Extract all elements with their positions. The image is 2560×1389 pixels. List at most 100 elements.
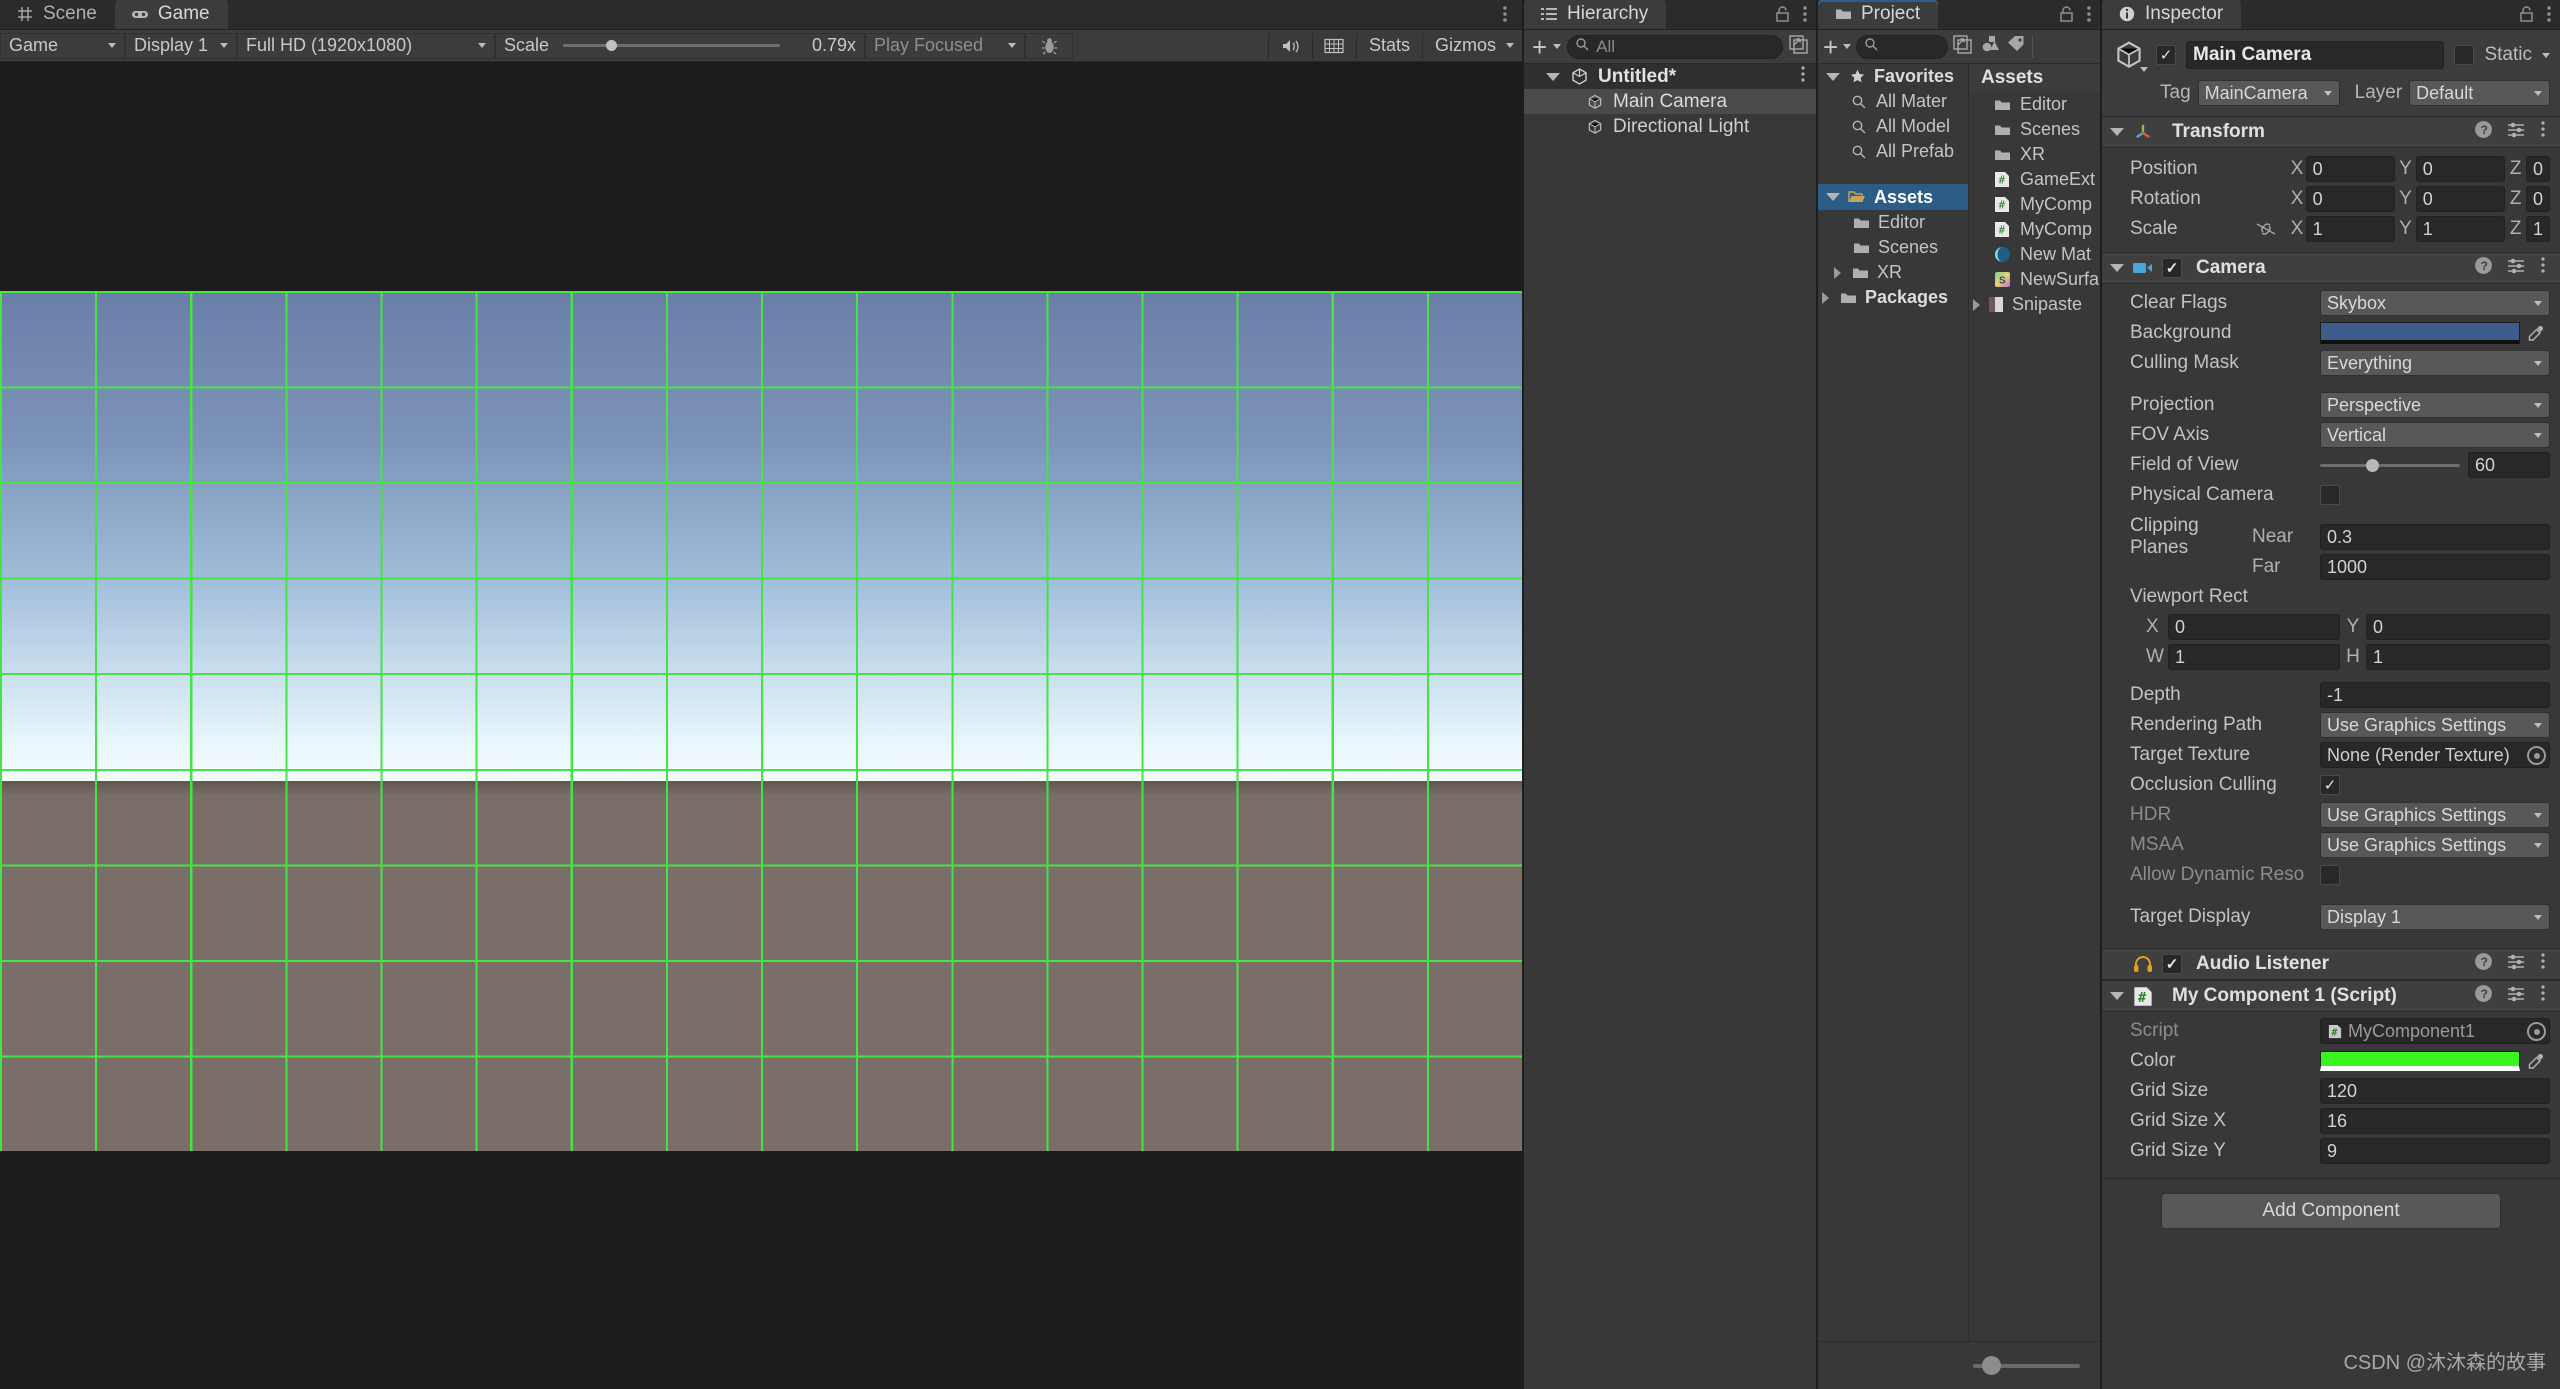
position-y-input[interactable]: 0 [2415, 156, 2506, 182]
component-header-my-component-1[interactable]: # My Component 1 (Script) ? [2102, 980, 2560, 1012]
project-asset-row[interactable]: S NewSurfa [1969, 267, 2100, 292]
aspect-grid-button[interactable] [1311, 32, 1356, 59]
allow-dynamic-resolution-checkbox[interactable] [2320, 865, 2340, 885]
position-z-input[interactable]: 0 [2525, 156, 2550, 182]
project-asset-row[interactable]: XR [1969, 142, 2100, 167]
project-tree-row[interactable]: All Prefab [1818, 139, 1968, 164]
project-zoom-slider[interactable] [1973, 1356, 2080, 1375]
static-checkbox[interactable] [2454, 45, 2475, 65]
game-render-surface[interactable] [0, 63, 1522, 1389]
viewport-x-input[interactable]: 0 [2168, 614, 2340, 640]
tab-game[interactable]: Game [114, 0, 228, 29]
project-tree-row[interactable]: All Mater [1818, 89, 1968, 114]
add-component-button[interactable]: Add Component [2161, 1193, 2501, 1229]
component-header-transform[interactable]: Transform ? [2102, 116, 2560, 148]
clipping-far-input[interactable]: 1000 [2320, 554, 2550, 580]
project-asset-row[interactable]: # GameExt [1969, 167, 2100, 192]
kebab-menu-icon[interactable] [2540, 120, 2546, 144]
grid-size-x-input[interactable]: 16 [2320, 1108, 2550, 1134]
filter-by-type-icon[interactable] [1981, 35, 2002, 58]
chevron-down-icon[interactable] [1553, 44, 1562, 49]
kebab-menu-icon[interactable] [1802, 4, 1808, 29]
tab-inspector[interactable]: Inspector [2102, 0, 2242, 29]
aspect-ratio-dropdown[interactable]: Full HD (1920x1080) [237, 32, 495, 59]
project-asset-row[interactable]: Editor [1969, 92, 2100, 117]
project-tree-row-assets[interactable]: Assets [1818, 184, 1968, 210]
project-asset-row[interactable]: # MyComp [1969, 192, 2100, 217]
target-texture-objectfield[interactable]: None (Render Texture) [2320, 742, 2550, 768]
kebab-menu-icon[interactable] [2540, 952, 2546, 976]
viewport-y-input[interactable]: 0 [2366, 614, 2550, 640]
chevron-down-icon[interactable] [1843, 44, 1852, 49]
project-tree-row[interactable]: Packages [1818, 285, 1968, 310]
link-off-icon[interactable] [2242, 221, 2291, 237]
help-icon[interactable]: ? [2474, 120, 2493, 145]
hierarchy-item-directional-light[interactable]: Directional Light [1524, 114, 1816, 139]
audio-listener-enabled-checkbox[interactable]: ✓ [2162, 954, 2182, 974]
scale-slider[interactable] [563, 33, 780, 59]
project-search-input[interactable] [1856, 34, 1949, 59]
kebab-menu-icon[interactable] [1502, 4, 1508, 29]
display-dropdown[interactable]: Display 1 [125, 32, 237, 59]
preset-icon[interactable] [2507, 121, 2526, 144]
chevron-expanded-icon[interactable] [1826, 72, 1840, 81]
background-color-swatch[interactable] [2320, 322, 2520, 344]
script-objectfield[interactable]: # MyComponent1 [2320, 1018, 2550, 1044]
grid-size-input[interactable]: 120 [2320, 1078, 2550, 1104]
stats-button[interactable]: Stats [1355, 32, 1422, 59]
expand-search-icon[interactable] [1953, 34, 1972, 59]
chevron-down-icon[interactable] [2140, 67, 2148, 72]
position-x-input[interactable]: 0 [2305, 156, 2396, 182]
kebab-menu-icon[interactable] [2540, 256, 2546, 280]
filter-by-label-icon[interactable] [2007, 35, 2027, 58]
chevron-expanded-icon[interactable] [2110, 264, 2124, 272]
viewport-w-input[interactable]: 1 [2168, 644, 2340, 670]
culling-mask-dropdown[interactable]: Everything [2320, 350, 2550, 376]
project-tree-row[interactable]: Scenes [1818, 235, 1968, 260]
field-of-view-input[interactable]: 60 [2468, 452, 2550, 478]
scale-z-input[interactable]: 1 [2525, 216, 2550, 242]
occlusion-culling-checkbox[interactable]: ✓ [2320, 775, 2340, 795]
hierarchy-scene-row[interactable]: Untitled* [1524, 64, 1816, 89]
object-picker-icon[interactable] [2527, 1022, 2546, 1041]
chevron-expanded-icon[interactable] [1826, 193, 1840, 201]
object-picker-icon[interactable] [2527, 746, 2546, 765]
clipping-near-input[interactable]: 0.3 [2320, 524, 2550, 550]
kebab-menu-icon[interactable] [1800, 65, 1806, 88]
object-enabled-checkbox[interactable]: ✓ [2156, 45, 2176, 65]
tag-dropdown[interactable]: MainCamera [2197, 80, 2340, 106]
target-display-dropdown[interactable]: Display 1 [2320, 904, 2550, 930]
lock-icon[interactable] [1775, 5, 1790, 28]
kebab-menu-icon[interactable] [2546, 4, 2552, 29]
hdr-dropdown[interactable]: Use Graphics Settings [2320, 802, 2550, 828]
lock-icon[interactable] [2059, 5, 2074, 28]
preset-icon[interactable] [2507, 953, 2526, 976]
project-asset-row[interactable]: # MyComp [1969, 217, 2100, 242]
rotation-y-input[interactable]: 0 [2415, 186, 2506, 212]
msaa-dropdown[interactable]: Use Graphics Settings [2320, 832, 2550, 858]
create-asset-button[interactable]: + [1823, 34, 1838, 60]
rotation-z-input[interactable]: 0 [2525, 186, 2550, 212]
project-asset-row[interactable]: New Mat [1969, 242, 2100, 267]
eyedropper-icon[interactable] [2520, 325, 2550, 342]
hierarchy-item-main-camera[interactable]: Main Camera [1524, 89, 1816, 114]
project-asset-row[interactable]: Scenes [1969, 117, 2100, 142]
preset-icon[interactable] [2507, 985, 2526, 1008]
chevron-expanded-icon[interactable] [2110, 992, 2124, 1000]
clear-flags-dropdown[interactable]: Skybox [2320, 290, 2550, 316]
project-asset-row[interactable]: Snipaste [1969, 292, 2100, 317]
gizmos-button[interactable]: Gizmos [1421, 32, 1522, 59]
chevron-down-icon[interactable] [2542, 52, 2550, 58]
projection-dropdown[interactable]: Perspective [2320, 392, 2550, 418]
project-tree-row[interactable]: All Model [1818, 114, 1968, 139]
project-tree-row[interactable]: Favorites [1818, 64, 1968, 89]
chevron-collapsed-icon[interactable] [1834, 266, 1841, 279]
tab-scene[interactable]: Scene [0, 0, 115, 29]
layer-dropdown[interactable]: Default [2409, 80, 2550, 106]
chevron-collapsed-icon[interactable] [1822, 291, 1829, 304]
expand-search-icon[interactable] [1789, 34, 1808, 59]
tab-hierarchy[interactable]: Hierarchy [1524, 0, 1667, 29]
kebab-menu-icon[interactable] [2086, 4, 2092, 29]
component-header-audio-listener[interactable]: ✓ Audio Listener ? [2102, 948, 2560, 980]
lock-icon[interactable] [2519, 5, 2534, 28]
